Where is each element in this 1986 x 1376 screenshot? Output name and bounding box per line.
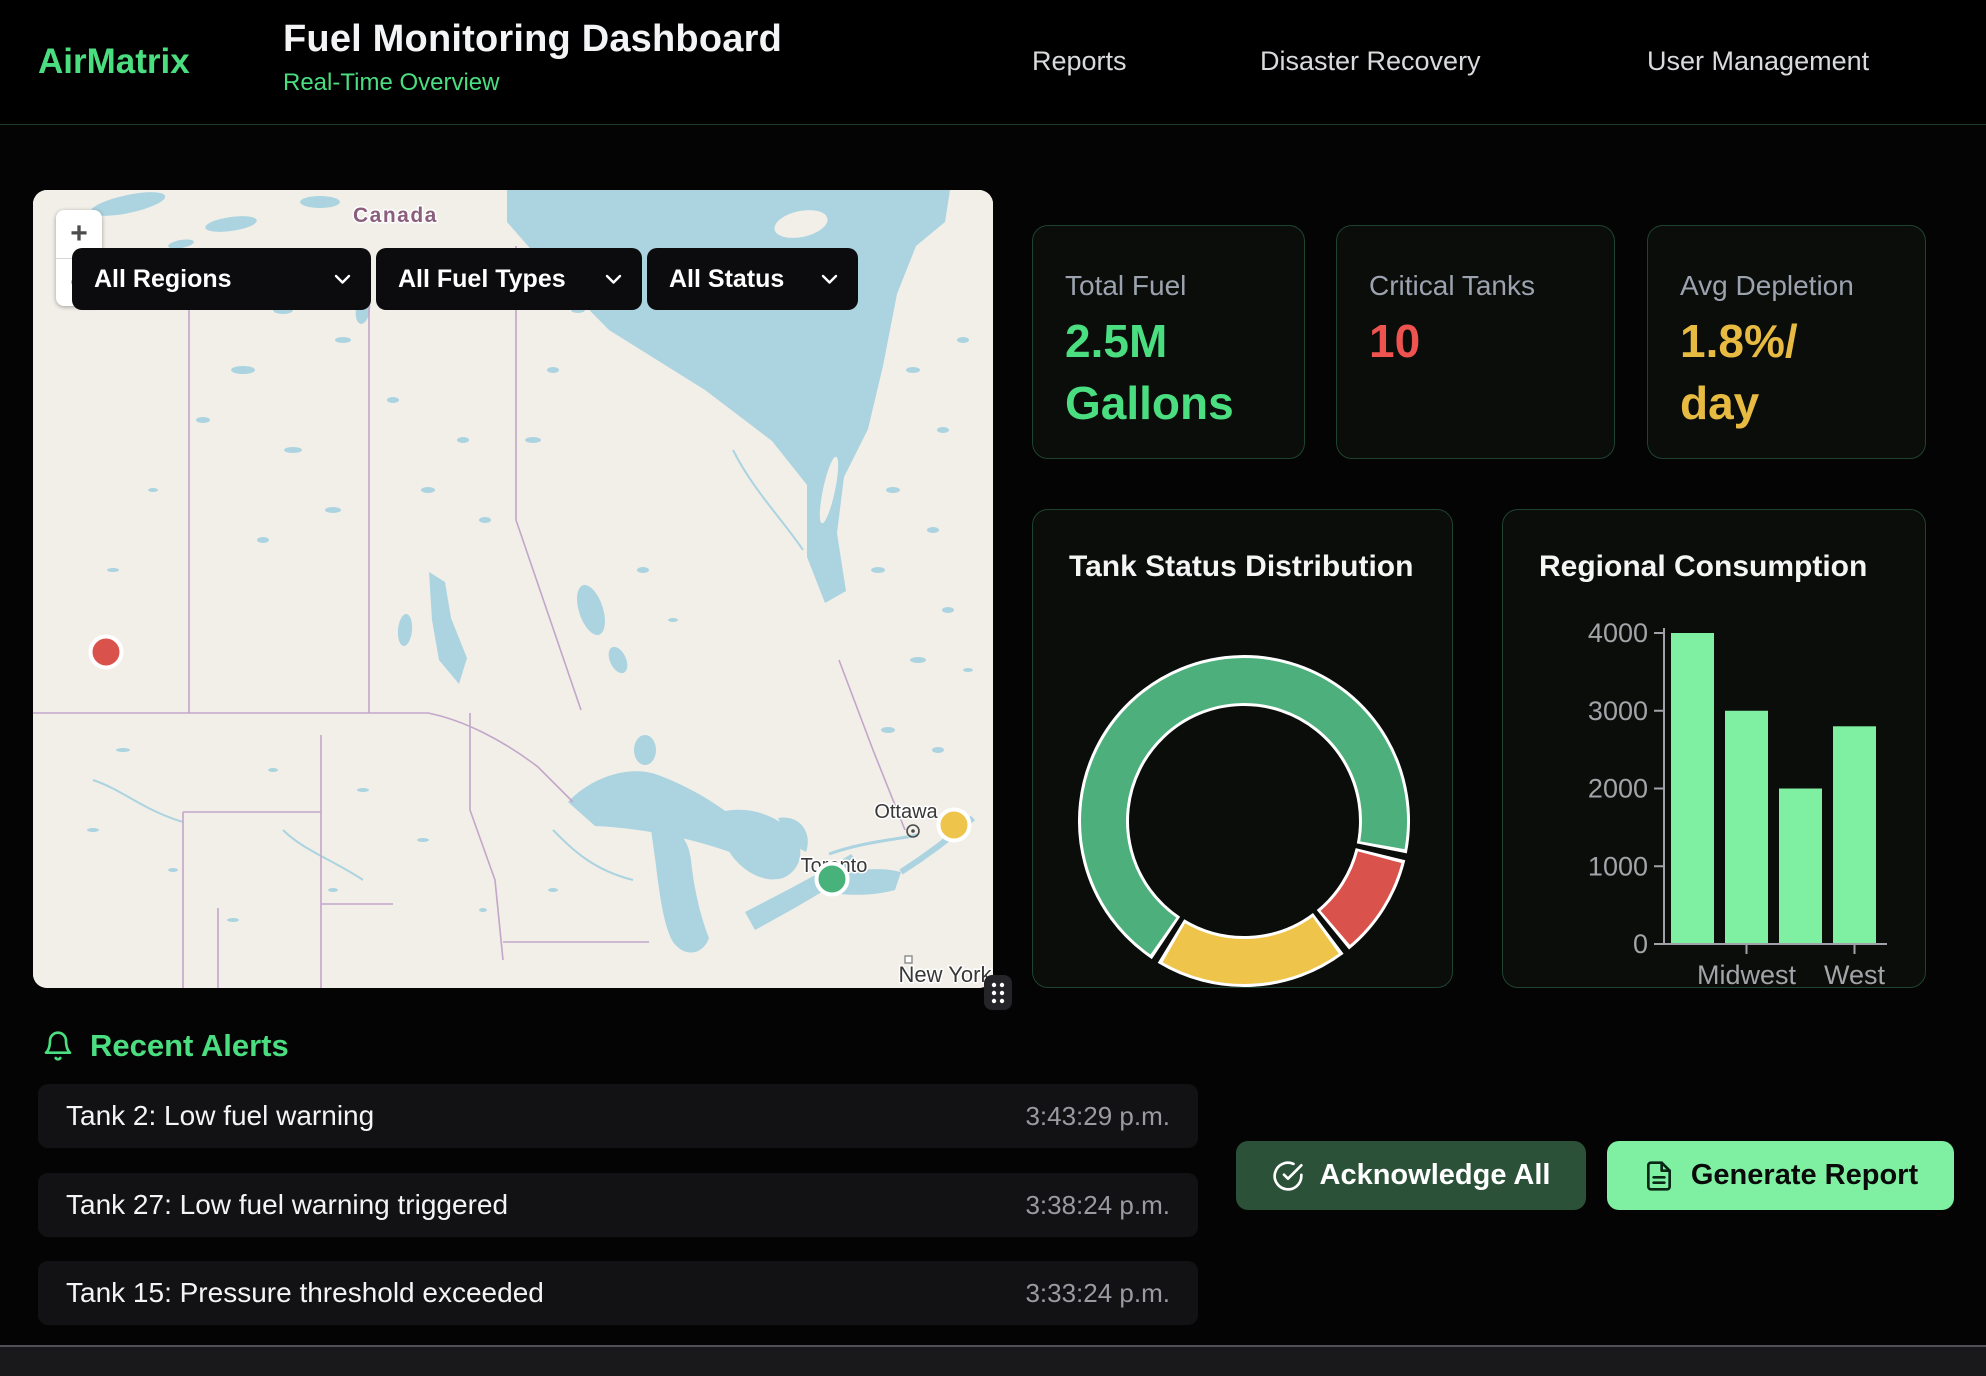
kpi-value: 10 <box>1369 310 1420 372</box>
map-label-ottawa: Ottawa <box>874 801 938 823</box>
tank-marker-critical[interactable] <box>91 637 122 668</box>
window-bottom-strip <box>0 1345 1986 1376</box>
kpi-label: Total Fuel <box>1065 270 1186 302</box>
chevron-down-icon <box>605 274 622 285</box>
alert-timestamp: 3:33:24 p.m. <box>1025 1278 1170 1309</box>
tank-marker-normal[interactable] <box>817 864 848 895</box>
bar-2 <box>1725 711 1768 944</box>
y-tick-label: 0 <box>1633 929 1648 959</box>
status-filter-value: All Status <box>669 265 784 294</box>
y-tick-label: 4000 <box>1588 618 1648 648</box>
tank-marker-warning[interactable] <box>939 810 970 841</box>
title-block: Fuel Monitoring Dashboard Real-Time Over… <box>283 18 782 97</box>
document-icon <box>1643 1160 1675 1192</box>
y-tick-label: 3000 <box>1588 696 1648 726</box>
x-tick-label: West <box>1824 960 1886 989</box>
acknowledge-all-label: Acknowledge All <box>1320 1159 1551 1192</box>
kpi-value: 1.8%/day <box>1680 310 1798 434</box>
grip-dots-icon <box>987 979 1009 1007</box>
check-circle-icon <box>1272 1160 1304 1192</box>
chevron-down-icon <box>821 274 838 285</box>
tank-status-distribution-card: Tank Status Distribution <box>1032 509 1453 988</box>
x-tick-label: Midwest <box>1697 960 1797 989</box>
kpi-card-avg-depletion: Avg Depletion 1.8%/day <box>1647 225 1926 459</box>
bar-1 <box>1671 633 1714 944</box>
generate-report-button[interactable]: Generate Report <box>1607 1141 1954 1210</box>
bar-4 <box>1833 726 1876 944</box>
recent-alerts-title: Recent Alerts <box>90 1028 289 1064</box>
alert-row[interactable]: Tank 15: Pressure threshold exceeded 3:3… <box>38 1261 1198 1325</box>
page-title: Fuel Monitoring Dashboard <box>283 18 782 61</box>
alert-timestamp: 3:43:29 p.m. <box>1025 1101 1170 1132</box>
alert-row[interactable]: Tank 2: Low fuel warning 3:43:29 p.m. <box>38 1084 1198 1148</box>
kpi-value: 2.5MGallons <box>1065 310 1234 434</box>
map-filter-bar: All Regions All Fuel Types All Status <box>72 248 858 310</box>
kpi-label: Critical Tanks <box>1369 270 1535 302</box>
kpi-label: Avg Depletion <box>1680 270 1854 302</box>
app-header: AirMatrix Fuel Monitoring Dashboard Real… <box>0 0 1986 125</box>
donut-segment-critical <box>1335 857 1379 928</box>
brand-logo: AirMatrix <box>38 42 190 82</box>
fuel-type-filter-value: All Fuel Types <box>398 265 566 294</box>
kpi-card-critical-tanks: Critical Tanks 10 <box>1336 225 1615 459</box>
tank-status-donut-chart <box>1033 510 1454 989</box>
regional-consumption-card: Regional Consumption 01000200030004000Mi… <box>1502 509 1926 988</box>
alert-row[interactable]: Tank 27: Low fuel warning triggered 3:38… <box>38 1173 1198 1237</box>
regional-consumption-bar-chart: 0 1000 2000 3000 4000 Midwest West <box>1503 510 1927 989</box>
y-tick-label: 1000 <box>1588 851 1648 881</box>
alert-text: Tank 15: Pressure threshold exceeded <box>66 1277 544 1309</box>
bar-3 <box>1779 789 1822 945</box>
donut-segment-warning <box>1174 935 1326 961</box>
alert-text: Tank 27: Low fuel warning triggered <box>66 1189 508 1221</box>
generate-report-label: Generate Report <box>1691 1159 1918 1192</box>
chevron-down-icon <box>334 274 351 285</box>
bell-icon <box>42 1030 74 1062</box>
map-panel[interactable]: Canada Ottawa Toronto New York + − All <box>33 190 993 988</box>
nav-item-user-management[interactable]: User Management <box>1647 46 1869 77</box>
recent-alerts-header: Recent Alerts <box>42 1028 289 1064</box>
fuel-monitoring-dashboard: AirMatrix Fuel Monitoring Dashboard Real… <box>0 0 1986 1376</box>
region-filter-value: All Regions <box>94 265 232 294</box>
map-label-new-york: New York <box>899 962 993 987</box>
y-tick-label: 2000 <box>1588 774 1648 804</box>
page-subtitle: Real-Time Overview <box>283 69 782 97</box>
region-filter-dropdown[interactable]: All Regions <box>72 248 371 310</box>
map-resize-handle[interactable] <box>984 975 1012 1010</box>
kpi-card-total-fuel: Total Fuel 2.5MGallons <box>1032 225 1305 459</box>
nav-item-disaster-recovery[interactable]: Disaster Recovery <box>1260 46 1481 77</box>
acknowledge-all-button[interactable]: Acknowledge All <box>1236 1141 1586 1210</box>
nav-item-reports[interactable]: Reports <box>1032 46 1127 77</box>
map-label-canada: Canada <box>353 204 438 227</box>
status-filter-dropdown[interactable]: All Status <box>647 248 858 310</box>
alert-text: Tank 2: Low fuel warning <box>66 1100 374 1132</box>
alert-timestamp: 3:38:24 p.m. <box>1025 1190 1170 1221</box>
fuel-type-filter-dropdown[interactable]: All Fuel Types <box>376 248 642 310</box>
